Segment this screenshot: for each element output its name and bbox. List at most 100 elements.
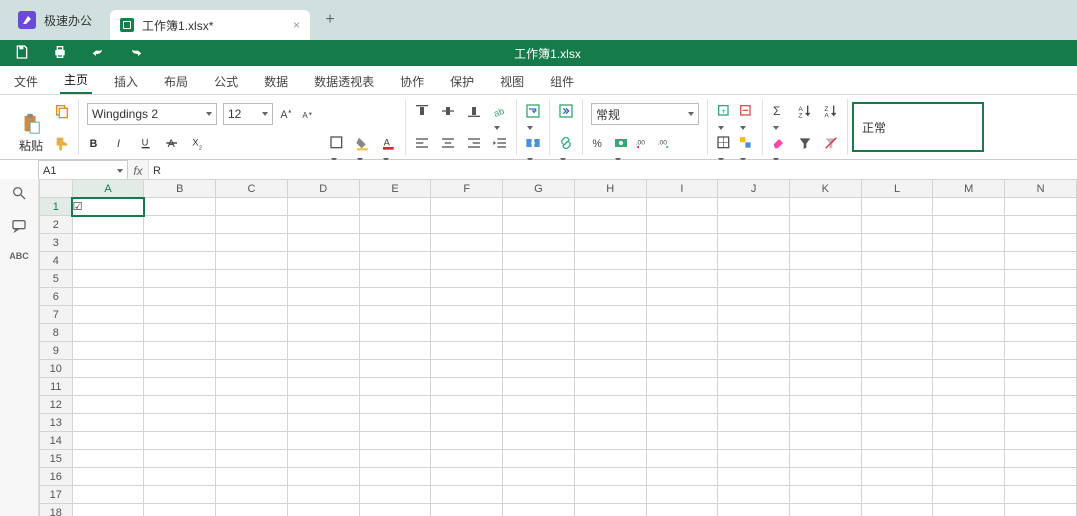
align-bottom-icon[interactable] (466, 103, 482, 119)
cell-J9[interactable] (718, 342, 790, 360)
cell-J12[interactable] (718, 396, 790, 414)
cell-E6[interactable] (359, 288, 431, 306)
cell-B11[interactable] (144, 378, 216, 396)
cell-N13[interactable] (1005, 414, 1077, 432)
cell-D5[interactable] (287, 270, 359, 288)
cell-C12[interactable] (216, 396, 288, 414)
grid[interactable]: ABCDEFGHIJKLMN1☑234567891011121314151617… (39, 179, 1077, 516)
cell-H6[interactable] (574, 288, 646, 306)
col-header-H[interactable]: H (574, 180, 646, 198)
cell-I1[interactable] (646, 198, 718, 216)
underline-icon[interactable]: U (139, 135, 155, 151)
cell-I15[interactable] (646, 450, 718, 468)
cell-K7[interactable] (789, 306, 861, 324)
cell-A5[interactable] (72, 270, 144, 288)
cell-C2[interactable] (216, 216, 288, 234)
menu-布局[interactable]: 布局 (160, 73, 192, 94)
cell-B7[interactable] (144, 306, 216, 324)
cell-F17[interactable] (431, 486, 503, 504)
cell-L5[interactable] (861, 270, 933, 288)
cell-F18[interactable] (431, 504, 503, 516)
cell-I2[interactable] (646, 216, 718, 234)
autosum-icon[interactable]: Σ (771, 103, 787, 119)
cell-K4[interactable] (789, 252, 861, 270)
cell-I3[interactable] (646, 234, 718, 252)
increase-font-icon[interactable]: A▴ (279, 106, 295, 122)
cell-C9[interactable] (216, 342, 288, 360)
cell-I9[interactable] (646, 342, 718, 360)
select-all-corner[interactable] (40, 180, 73, 198)
align-center-icon[interactable] (440, 135, 456, 151)
cell-B5[interactable] (144, 270, 216, 288)
print-icon[interactable] (52, 44, 68, 63)
cell-D2[interactable] (287, 216, 359, 234)
cell-E8[interactable] (359, 324, 431, 342)
cell-A4[interactable] (72, 252, 144, 270)
cell-A18[interactable] (72, 504, 144, 516)
row-header-18[interactable]: 18 (40, 504, 73, 516)
cell-L11[interactable] (861, 378, 933, 396)
cell-J7[interactable] (718, 306, 790, 324)
wrap-text-icon[interactable] (525, 103, 541, 119)
cell-E1[interactable] (359, 198, 431, 216)
cell-K6[interactable] (789, 288, 861, 306)
cell-D10[interactable] (287, 360, 359, 378)
cell-I11[interactable] (646, 378, 718, 396)
cell-K13[interactable] (789, 414, 861, 432)
fx-icon[interactable]: fx (128, 164, 148, 178)
cell-N9[interactable] (1005, 342, 1077, 360)
cell-C10[interactable] (216, 360, 288, 378)
cell-E18[interactable] (359, 504, 431, 516)
cell-H16[interactable] (574, 468, 646, 486)
cell-N6[interactable] (1005, 288, 1077, 306)
cell-L10[interactable] (861, 360, 933, 378)
cell-J2[interactable] (718, 216, 790, 234)
cell-H13[interactable] (574, 414, 646, 432)
cell-F15[interactable] (431, 450, 503, 468)
menu-文件[interactable]: 文件 (10, 73, 42, 94)
cell-L7[interactable] (861, 306, 933, 324)
cell-E11[interactable] (359, 378, 431, 396)
row-header-12[interactable]: 12 (40, 396, 73, 414)
row-header-1[interactable]: 1 (40, 198, 73, 216)
cell-E17[interactable] (359, 486, 431, 504)
cell-C3[interactable] (216, 234, 288, 252)
cell-G14[interactable] (503, 432, 575, 450)
cell-B10[interactable] (144, 360, 216, 378)
comments-icon[interactable] (11, 218, 27, 237)
cell-K10[interactable] (789, 360, 861, 378)
cell-D17[interactable] (287, 486, 359, 504)
cell-H18[interactable] (574, 504, 646, 516)
cell-A13[interactable] (72, 414, 144, 432)
cell-J10[interactable] (718, 360, 790, 378)
cell-G6[interactable] (503, 288, 575, 306)
cell-B9[interactable] (144, 342, 216, 360)
bold-icon[interactable]: B (87, 135, 103, 151)
row-header-11[interactable]: 11 (40, 378, 73, 396)
cell-M16[interactable] (933, 468, 1005, 486)
cell-B17[interactable] (144, 486, 216, 504)
menu-保护[interactable]: 保护 (446, 73, 478, 94)
sort-asc-icon[interactable]: AZ (797, 103, 813, 119)
cell-C14[interactable] (216, 432, 288, 450)
cell-J14[interactable] (718, 432, 790, 450)
cell-N11[interactable] (1005, 378, 1077, 396)
cell-L9[interactable] (861, 342, 933, 360)
formula-input[interactable]: R (148, 160, 1077, 181)
cell-A9[interactable] (72, 342, 144, 360)
cell-J5[interactable] (718, 270, 790, 288)
cell-C11[interactable] (216, 378, 288, 396)
cell-A14[interactable] (72, 432, 144, 450)
cell-B4[interactable] (144, 252, 216, 270)
cell-F8[interactable] (431, 324, 503, 342)
save-icon[interactable] (14, 44, 30, 63)
cell-N5[interactable] (1005, 270, 1077, 288)
col-header-L[interactable]: L (861, 180, 933, 198)
font-size-select[interactable]: 12 (223, 103, 273, 125)
cell-L17[interactable] (861, 486, 933, 504)
new-tab-button[interactable]: + (310, 0, 350, 40)
cell-M6[interactable] (933, 288, 1005, 306)
cell-M10[interactable] (933, 360, 1005, 378)
cell-F13[interactable] (431, 414, 503, 432)
cell-J18[interactable] (718, 504, 790, 516)
